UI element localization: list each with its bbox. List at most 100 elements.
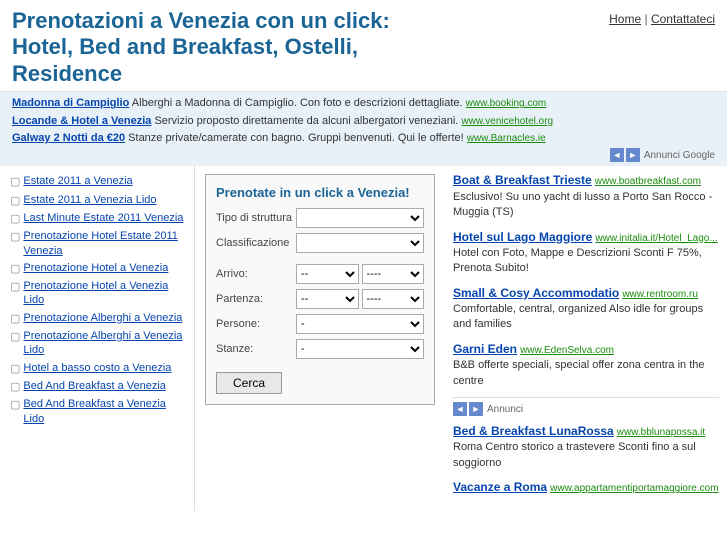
sidebar-item-1[interactable]: ▢ Estate 2011 a Venezia Lido [10,193,184,208]
right-adb0-url[interactable]: www.bblunарossa.it [617,427,705,438]
sidebar-item-7[interactable]: ▢ Prenotazione Alberghi a Venezia Lido [10,329,184,358]
page-title: Prenotazioni a Venezia con un click: Hot… [12,8,452,87]
right-ad3-title[interactable]: Garni Eden [453,342,517,356]
contact-link[interactable]: Contattateci [651,12,715,26]
folder-icon-2: ▢ [10,212,20,226]
right-ad1-url[interactable]: www.initalia.it/Hotel_Lago... [595,233,717,244]
right-ad2-title[interactable]: Small & Cosy Accommodatio [453,286,619,300]
right-next-arrow[interactable]: ► [469,402,483,416]
booking-form: Prenotate in un click a Venezia! Tipo di… [205,174,435,405]
class-label: Classificazione [216,237,296,249]
partenza-month-select[interactable]: ---- [362,289,425,309]
right-adb0-desc: Roma Centro storico a trastevere Sconti … [453,440,719,471]
tipo-label: Tipo di struttura [216,212,296,224]
sidebar-item-9[interactable]: ▢ Bed And Breakfast a Venezia [10,379,184,394]
persone-row: Persone: - [216,314,424,334]
ad3-url[interactable]: www.Barnacles.ie [467,133,546,144]
right-prev-arrow[interactable]: ◄ [453,402,467,416]
sidebar-item-5[interactable]: ▢ Prenotazione Hotel a Venezia Lido [10,279,184,308]
sidebar: ▢ Estate 2011 a Venezia ▢ Estate 2011 a … [0,166,195,510]
adbar-footer: ◄ ► Annunci Google [12,148,715,162]
right-ad-b0: Bed & Breakfast LunaRossa www.bblunарoss… [453,423,719,471]
folder-icon-9: ▢ [10,380,20,394]
right-ad-b1: Vacanze a Roma www.appartamentiportamagg… [453,479,719,496]
ad2-desc: Servizio proposto direttamente da alcuni… [154,115,458,127]
ad3-title[interactable]: Galway 2 Notti da €20 [12,132,125,144]
arrivo-label: Arrivo: [216,268,296,280]
right-ad2-desc: Comfortable, central, organized Also idl… [453,302,719,333]
adbar-annunci: Annunci Google [644,150,715,161]
sidebar-item-0[interactable]: ▢ Estate 2011 a Venezia [10,174,184,189]
arrivo-row: Arrivo: -- ---- [216,264,424,284]
ad-row-3: Galway 2 Notti da €20 Stanze private/cam… [12,131,715,146]
persone-label: Persone: [216,318,296,330]
right-ad1-desc: Hotel con Foto, Mappe e Descrizioni Scon… [453,246,719,277]
arrivo-selects: -- ---- [296,264,424,284]
folder-icon-0: ▢ [10,175,20,189]
right-annunci: Annunci [487,404,523,415]
right-ads-panel: Boat & Breakfast Trieste www.boatbreakfa… [445,166,727,510]
sidebar-item-10[interactable]: ▢ Bed And Breakfast a Venezia Lido [10,397,184,426]
center-panel: Prenotate in un click a Venezia! Tipo di… [195,166,445,510]
right-ad2-url[interactable]: www.rentroom.ru [622,289,698,300]
folder-icon-1: ▢ [10,194,20,208]
right-ad3-url[interactable]: www.EdenSelva.com [520,345,614,356]
arrivo-day-select[interactable]: -- [296,264,359,284]
right-ad1-title[interactable]: Hotel sul Lago Maggiore [453,230,592,244]
stanze-select[interactable]: - [296,339,424,359]
right-ad-0: Boat & Breakfast Trieste www.boatbreakfa… [453,172,719,220]
right-ad0-url[interactable]: www.boatbreakfast.com [595,176,701,187]
header: Prenotazioni a Venezia con un click: Hot… [0,0,727,92]
folder-icon-6: ▢ [10,312,20,326]
folder-icon-5: ▢ [10,280,20,294]
tipo-row: Tipo di struttura [216,208,424,228]
form-title: Prenotate in un click a Venezia! [216,185,424,200]
class-select[interactable] [296,233,424,253]
class-row: Classificazione [216,233,424,253]
ad1-url[interactable]: www.booking.com [466,98,547,109]
main-content: ▢ Estate 2011 a Venezia ▢ Estate 2011 a … [0,166,727,510]
home-link[interactable]: Home [609,12,641,26]
ad1-title[interactable]: Madonna di Campiglio [12,97,129,109]
right-ad-3: Garni Eden www.EdenSelva.com B&B offerte… [453,341,719,389]
folder-icon-7: ▢ [10,330,20,344]
right-arrows: ◄ ► [453,402,483,416]
stanze-row: Stanze: - [216,339,424,359]
divider-1 [453,397,719,398]
sidebar-item-3[interactable]: ▢ Prenotazione Hotel Estate 2011 Venezia [10,229,184,258]
right-ad0-desc: Esclusivo! Su uno yacht di lusso a Porto… [453,190,719,221]
partenza-selects: -- ---- [296,289,424,309]
right-adb1-url[interactable]: www.appartamentiportamaggiore.com [550,483,718,494]
right-ad-2: Small & Cosy Accommodatio www.rentroom.r… [453,285,719,333]
folder-icon-10: ▢ [10,398,20,412]
ad3-desc: Stanze private/camerate con bagno. Grupp… [128,132,464,144]
persone-select[interactable]: - [296,314,424,334]
right-adb1-title[interactable]: Vacanze a Roma [453,480,547,494]
stanze-label: Stanze: [216,343,296,355]
right-ad-1: Hotel sul Lago Maggiore www.initalia.it/… [453,229,719,277]
tipo-select[interactable] [296,208,424,228]
ad2-title[interactable]: Locande & Hotel a Venezia [12,115,151,127]
right-ad0-title[interactable]: Boat & Breakfast Trieste [453,173,592,187]
sidebar-item-2[interactable]: ▢ Last Minute Estate 2011 Venezia [10,211,184,226]
ad-bar: Madonna di Campiglio Alberghi a Madonna … [0,92,727,166]
folder-icon-4: ▢ [10,262,20,276]
partenza-day-select[interactable]: -- [296,289,359,309]
sidebar-item-8[interactable]: ▢ Hotel a basso costo a Venezia [10,361,184,376]
arrivo-month-select[interactable]: ---- [362,264,425,284]
adbar-prev-arrow[interactable]: ◄ [610,148,624,162]
partenza-label: Partenza: [216,293,296,305]
right-ad3-desc: B&B offerte speciali, special offer zona… [453,358,719,389]
sidebar-item-6[interactable]: ▢ Prenotazione Alberghi a Venezia [10,311,184,326]
sidebar-item-4[interactable]: ▢ Prenotazione Hotel a Venezia [10,261,184,276]
right-adb0-title[interactable]: Bed & Breakfast LunaRossa [453,424,614,438]
ad-row-1: Madonna di Campiglio Alberghi a Madonna … [12,96,715,111]
folder-icon-3: ▢ [10,230,20,244]
ad2-url[interactable]: www.venicehotel.org [461,116,553,127]
folder-icon-8: ▢ [10,362,20,376]
ad-row-2: Locande & Hotel a Venezia Servizio propo… [12,114,715,129]
search-button[interactable]: Cerca [216,372,282,394]
header-nav: Home | Contattateci [609,8,715,26]
adbar-next-arrow[interactable]: ► [626,148,640,162]
adbar-arrows: ◄ ► [610,148,640,162]
